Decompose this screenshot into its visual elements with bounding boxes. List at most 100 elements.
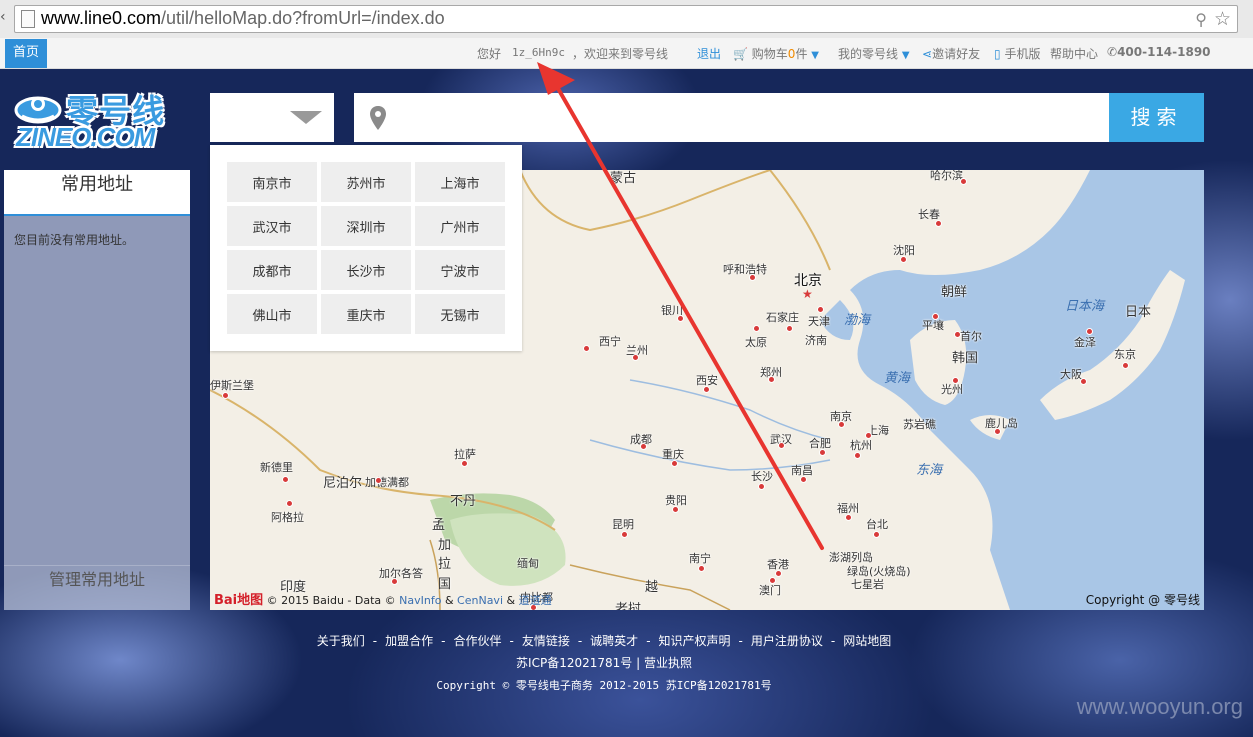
city-dot[interactable] bbox=[865, 432, 872, 439]
city-dot[interactable] bbox=[817, 306, 824, 313]
back-edge-icon[interactable]: ‹ bbox=[0, 9, 8, 29]
city-option[interactable]: 武汉市 bbox=[227, 206, 317, 246]
city-dot[interactable] bbox=[854, 452, 861, 459]
map-label: 金泽 bbox=[1074, 336, 1096, 349]
footer-separator: - bbox=[509, 634, 514, 648]
city-dot[interactable] bbox=[935, 220, 942, 227]
site-logo[interactable]: 零号线 ZINEO.COM bbox=[14, 86, 184, 152]
pin-icon[interactable]: ⚲ bbox=[1195, 10, 1207, 29]
city-dot[interactable] bbox=[775, 570, 782, 577]
city-dot[interactable] bbox=[753, 325, 760, 332]
city-dot[interactable] bbox=[282, 476, 289, 483]
city-dot[interactable] bbox=[391, 578, 398, 585]
cennavi-link[interactable]: CenNavi bbox=[457, 594, 503, 607]
url-field[interactable]: www.line0.com/util/helloMap.do?fromUrl=/… bbox=[14, 5, 1238, 33]
my-account-link[interactable]: 我的零号线 ▼ bbox=[838, 45, 910, 62]
city-dot[interactable] bbox=[583, 345, 590, 352]
city-dot[interactable] bbox=[632, 354, 639, 361]
map-label: 老挝 bbox=[615, 602, 642, 610]
chevron-down-icon: ▼ bbox=[811, 50, 819, 61]
city-dot[interactable] bbox=[1122, 362, 1129, 369]
invite-link[interactable]: ⋖邀请好友 bbox=[922, 45, 980, 62]
city-dot[interactable] bbox=[640, 443, 647, 450]
city-dot[interactable] bbox=[932, 313, 939, 320]
city-dot[interactable] bbox=[819, 449, 826, 456]
city-dot[interactable] bbox=[960, 178, 967, 185]
mobile-link[interactable]: ▯ 手机版 bbox=[994, 45, 1040, 62]
city-option[interactable]: 深圳市 bbox=[321, 206, 411, 246]
footer-link[interactable]: 用户注册协议 bbox=[751, 634, 823, 648]
city-dot[interactable] bbox=[838, 421, 845, 428]
city-option[interactable]: 苏州市 bbox=[321, 162, 411, 202]
city-option[interactable]: 佛山市 bbox=[227, 294, 317, 334]
city-dot[interactable] bbox=[1086, 328, 1093, 335]
footer-link[interactable]: 合作伙伴 bbox=[453, 634, 501, 648]
city-dot[interactable] bbox=[873, 531, 880, 538]
city-dot[interactable] bbox=[758, 483, 765, 490]
map-label: 南宁 bbox=[689, 552, 711, 565]
logout-link[interactable]: 退出 bbox=[697, 45, 721, 62]
search-input[interactable] bbox=[354, 93, 1109, 142]
home-tab[interactable]: 首页 bbox=[5, 39, 47, 68]
city-dot[interactable] bbox=[286, 500, 293, 507]
city-dot[interactable] bbox=[800, 476, 807, 483]
city-dot[interactable] bbox=[952, 377, 959, 384]
city-dot[interactable] bbox=[769, 577, 776, 584]
footer-separator: - bbox=[830, 634, 836, 648]
city-option[interactable]: 广州市 bbox=[415, 206, 505, 246]
city-dot[interactable] bbox=[703, 386, 710, 393]
manage-address-button[interactable]: 管理常用地址 bbox=[4, 565, 190, 610]
city-dot[interactable] bbox=[900, 256, 907, 263]
footer-link[interactable]: 关于我们 bbox=[317, 634, 365, 648]
cart-link[interactable]: 🛒 购物车0件 ▼ bbox=[733, 45, 819, 62]
city-dot[interactable] bbox=[698, 565, 705, 572]
city-dot[interactable] bbox=[1080, 378, 1087, 385]
city-dot[interactable] bbox=[994, 428, 1001, 435]
city-option[interactable]: 上海市 bbox=[415, 162, 505, 202]
search-button[interactable]: 搜索 bbox=[1109, 93, 1204, 142]
city-dot[interactable] bbox=[954, 331, 961, 338]
map-label: 首尔 bbox=[960, 330, 982, 343]
map-label: 太原 bbox=[745, 336, 767, 349]
city-dot[interactable] bbox=[786, 325, 793, 332]
footer-icp[interactable]: 苏ICP备12021781号 | 营业执照 bbox=[0, 654, 1208, 671]
city-option[interactable]: 成都市 bbox=[227, 250, 317, 290]
city-option[interactable]: 宁波市 bbox=[415, 250, 505, 290]
chevron-down-icon: ▼ bbox=[901, 50, 910, 61]
browser-address-bar: ‹ www.line0.com/util/helloMap.do?fromUrl… bbox=[0, 0, 1253, 39]
city-dot[interactable] bbox=[672, 506, 679, 513]
map-label: 阿格拉 bbox=[271, 511, 304, 524]
city-dot[interactable] bbox=[768, 376, 775, 383]
city-select[interactable] bbox=[210, 93, 334, 142]
phone-number: ✆400-114-1890 bbox=[1107, 45, 1211, 59]
footer-link[interactable]: 友情链接 bbox=[522, 634, 570, 648]
favorite-address-empty: 您目前没有常用地址。 bbox=[14, 233, 135, 247]
cart-icon: 🛒 bbox=[733, 47, 748, 61]
favorite-address-title[interactable]: 常用地址 bbox=[4, 170, 190, 216]
map-label: 哈尔滨 bbox=[930, 170, 963, 182]
city-dot[interactable] bbox=[621, 531, 628, 538]
navinfo-link[interactable]: NavInfo bbox=[399, 594, 441, 607]
map-label: 东海 bbox=[916, 463, 943, 478]
footer-link[interactable]: 诚聘英才 bbox=[590, 634, 638, 648]
footer-link[interactable]: 网站地图 bbox=[843, 634, 891, 648]
city-dot[interactable] bbox=[677, 315, 684, 322]
city-option[interactable]: 长沙市 bbox=[321, 250, 411, 290]
daodao-link[interactable]: 道道通 bbox=[519, 594, 552, 607]
top-nav: 首页 您好 1z_6Hn9c ，欢迎来到零号线 退出 🛒 购物车0件 ▼ 我的零… bbox=[0, 38, 1253, 69]
city-dot[interactable] bbox=[671, 460, 678, 467]
map-label: 西宁 bbox=[599, 335, 621, 348]
city-option[interactable]: 重庆市 bbox=[321, 294, 411, 334]
city-dot[interactable] bbox=[845, 514, 852, 521]
footer-link[interactable]: 加盟合作 bbox=[385, 634, 433, 648]
city-dot[interactable] bbox=[375, 477, 382, 484]
help-link[interactable]: 帮助中心 bbox=[1050, 45, 1098, 62]
city-dot[interactable] bbox=[778, 442, 785, 449]
star-icon[interactable]: ☆ bbox=[1214, 8, 1231, 30]
city-option[interactable]: 南京市 bbox=[227, 162, 317, 202]
city-dot[interactable] bbox=[749, 274, 756, 281]
city-dot[interactable] bbox=[222, 392, 229, 399]
footer-link[interactable]: 知识产权声明 bbox=[659, 634, 731, 648]
city-dot[interactable] bbox=[461, 460, 468, 467]
city-option[interactable]: 无锡市 bbox=[415, 294, 505, 334]
